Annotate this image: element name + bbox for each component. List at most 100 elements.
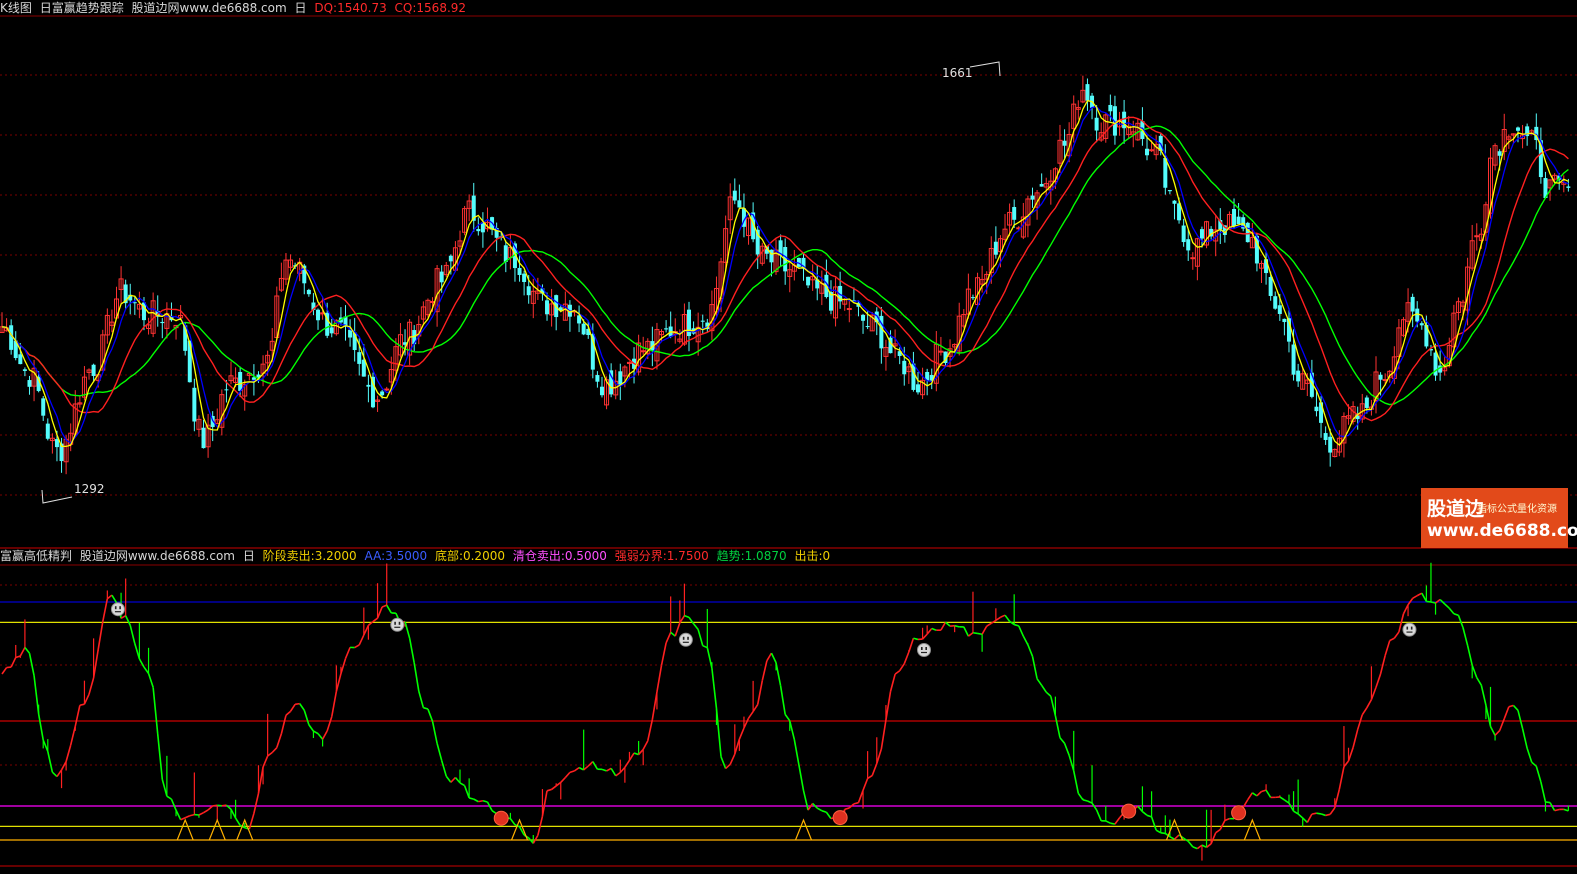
candle-body-up: [1149, 149, 1155, 152]
high-marker-line: [969, 61, 1001, 77]
oscillator-segment: [285, 710, 292, 716]
oscillator-segment: [330, 691, 338, 717]
oscillator-segment: [413, 662, 420, 692]
oscillator-segment: [1448, 607, 1455, 615]
strong-weak-value: 强弱分界:1.7500: [614, 549, 709, 563]
candle-body-down: [865, 326, 870, 328]
oscillator-segment: [134, 643, 141, 660]
oscillator-segment: [313, 730, 319, 735]
candle-body-down: [476, 229, 481, 232]
oscillator-segment: [798, 764, 805, 791]
watermark-brand: 股道边: [1427, 498, 1485, 520]
hit-value: 出击:0: [794, 549, 831, 563]
candle-body-up: [846, 308, 852, 311]
bottom-signal-dot: [1121, 803, 1137, 819]
oscillator-segment: [358, 634, 365, 646]
oscillator-segment: [1068, 755, 1075, 771]
oscillator-name: 富赢高低精判: [0, 549, 73, 563]
oscillator-segment: [624, 759, 631, 768]
oscillator-segment: [124, 615, 131, 626]
oscillator-segment: [106, 594, 113, 600]
oscillator-segment: [1087, 800, 1093, 804]
oscillator-segment: [1050, 696, 1057, 716]
oscillator-segment: [619, 766, 626, 774]
candle-body-down: [916, 384, 920, 393]
candle-body-down: [1378, 374, 1383, 380]
oscillator-segment: [280, 715, 287, 734]
oscillator-segment: [340, 658, 347, 674]
top-warning-face-icon: [678, 632, 693, 647]
oscillator-period: 日: [242, 549, 255, 563]
oscillator-segment: [1141, 810, 1148, 816]
oscillator-segment: [1412, 594, 1418, 600]
oscillator-segment: [1545, 801, 1551, 804]
oscillator-segment: [230, 808, 237, 819]
up-signal-triangle: [794, 818, 813, 841]
oscillator-segment: [972, 631, 978, 635]
candle-body-up: [938, 350, 944, 353]
period-label: 日: [294, 1, 307, 15]
oscillator-segment: [1485, 705, 1492, 727]
candle-body-down: [687, 309, 691, 337]
oscillator-segment: [692, 623, 699, 630]
oscillator-segment: [156, 733, 164, 780]
oscillator-segment: [65, 744, 72, 762]
oscillator-segment: [79, 703, 85, 707]
oscillator-segment: [1045, 691, 1052, 697]
candle-body-down: [1085, 84, 1090, 101]
oscillator-segment: [51, 771, 58, 778]
oscillator-segment: [665, 632, 672, 644]
candle-body-down: [545, 300, 550, 315]
oscillator-segment: [1251, 792, 1258, 797]
oscillator-segment: [1356, 714, 1364, 730]
candle-body-down: [526, 286, 531, 296]
chart-type-label: K线图: [0, 1, 32, 15]
candle-body-down: [861, 314, 866, 321]
oscillator-segment: [660, 642, 667, 666]
oscillator-segment: [940, 621, 947, 631]
oscillator-segment: [743, 717, 750, 729]
oscillator-segment: [1526, 748, 1533, 763]
candle-body-down: [439, 271, 444, 283]
watermark-subtitle: 指标公式量化资源: [1477, 504, 1557, 515]
oscillator-segment: [1311, 812, 1317, 815]
candle-body-down: [1364, 397, 1369, 408]
candle-body-up: [640, 350, 646, 353]
dq-value: DQ:1540.73: [314, 1, 387, 15]
candle-body-down: [970, 297, 975, 299]
candle-body-down: [1108, 104, 1113, 112]
face-circle: [1402, 622, 1417, 637]
candle-body-down: [329, 327, 334, 334]
face-eye: [1410, 626, 1413, 630]
oscillator-segment: [569, 770, 575, 774]
grid-lines: [0, 15, 1577, 867]
oscillator-segment: [381, 604, 388, 608]
oscillator-segment: [633, 752, 639, 756]
oscillator-segment: [1261, 789, 1267, 793]
oscillator-segment: [152, 687, 159, 735]
candle-body-down: [224, 389, 229, 391]
oscillator-segment: [92, 649, 99, 679]
oscillator-segment: [638, 748, 644, 756]
oscillator-segment: [47, 751, 54, 773]
candle-body-down: [54, 439, 59, 448]
oscillator-segment: [1279, 796, 1285, 801]
oscillator-segment: [138, 658, 145, 668]
oscillator-segment: [463, 785, 470, 799]
indicator-name: 日富赢趋势跟踪: [39, 1, 124, 15]
up-signal-triangle: [176, 818, 194, 841]
oscillator-segment: [1031, 656, 1038, 679]
oscillator-segment: [1224, 817, 1230, 822]
candle-body-down: [1039, 184, 1044, 187]
oscillator-segment: [1283, 799, 1290, 804]
oscillator-segment: [418, 690, 425, 708]
up-signal-triangle: [1243, 818, 1261, 841]
candle-body-down: [1515, 127, 1520, 131]
oscillator-segment: [844, 807, 850, 811]
oscillator-segment: [770, 652, 777, 664]
candle-body-down: [18, 354, 23, 365]
candle-body-down: [348, 329, 353, 338]
oscillator-segment: [802, 790, 809, 811]
oscillator-segment: [431, 721, 438, 744]
candle-body-down: [91, 364, 96, 376]
